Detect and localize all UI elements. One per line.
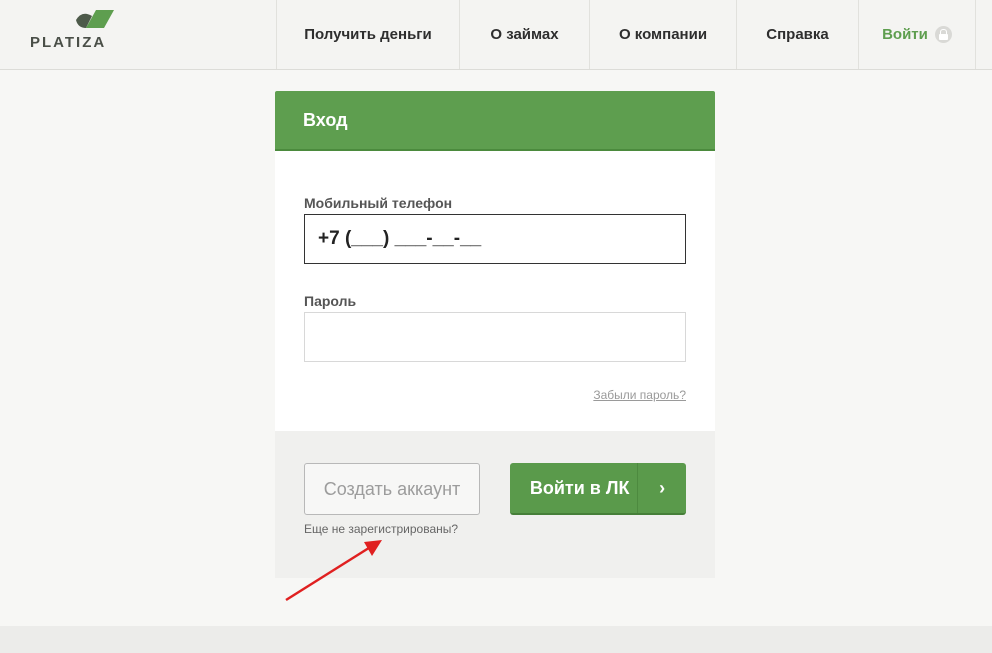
nav-help[interactable]: Справка <box>736 0 858 69</box>
nav-get-money-label: Получить деньги <box>304 26 432 43</box>
main-nav: Получить деньги О займах О компании Спра… <box>276 0 976 69</box>
nav-about-company-label: О компании <box>618 26 708 43</box>
lock-icon <box>934 26 952 43</box>
nav-login-label: Войти <box>882 26 928 43</box>
create-account-button[interactable]: Создать аккаунт <box>304 463 480 515</box>
logo-text: PLATIZA <box>30 34 107 51</box>
footer-band <box>0 626 992 653</box>
create-account-label: Создать аккаунт <box>323 478 461 499</box>
site-header: PLATIZA Получить деньги О займах О компа… <box>0 0 992 70</box>
chevron-right-icon: › <box>637 463 686 513</box>
logo-leaf-icon <box>76 10 114 28</box>
nav-help-label: Справка <box>766 26 829 43</box>
login-button-label: Войти в ЛК <box>529 477 630 498</box>
password-input[interactable] <box>304 312 686 362</box>
nav-login[interactable]: Войти <box>858 0 976 69</box>
login-card-header: Вход <box>275 91 715 151</box>
password-label: Пароль <box>304 293 357 309</box>
nav-about-loans[interactable]: О займах <box>459 0 589 69</box>
platiza-logo[interactable]: PLATIZA <box>28 8 118 58</box>
phone-label: Мобильный телефон <box>304 195 453 211</box>
nav-get-money[interactable]: Получить деньги <box>276 0 459 69</box>
nav-about-loans-label: О займах <box>490 26 559 43</box>
login-button[interactable]: Войти в ЛК › <box>510 463 686 515</box>
annotation-arrow-icon <box>285 540 382 602</box>
nav-about-company[interactable]: О компании <box>589 0 736 69</box>
login-title: Вход <box>303 109 348 130</box>
forgot-password-link[interactable]: Забыли пароль? <box>593 388 686 402</box>
phone-input[interactable]: +7 (___) ___-__-__ <box>304 214 686 264</box>
login-card: Вход Мобильный телефон +7 (___) ___-__-_… <box>275 91 715 578</box>
